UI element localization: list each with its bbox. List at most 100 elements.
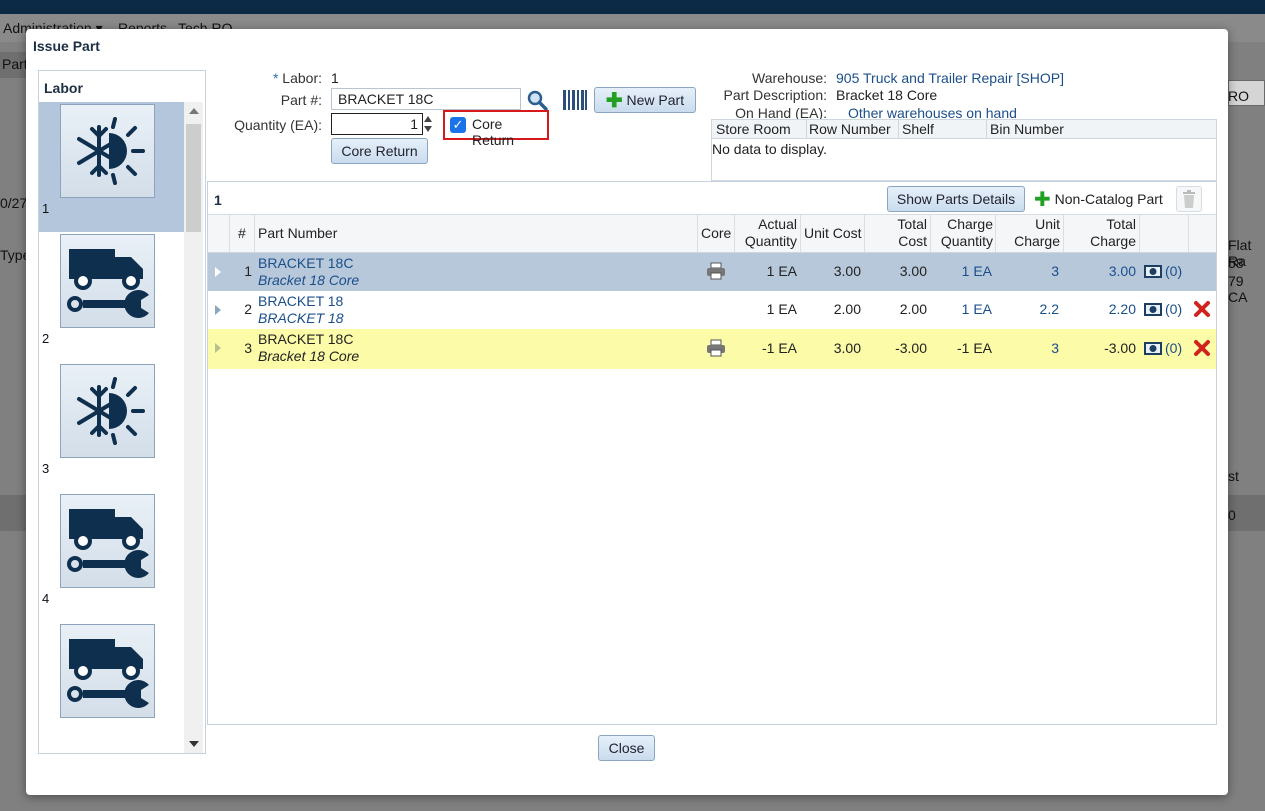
part-number-link[interactable]: BRACKET 18C	[258, 255, 353, 272]
delete-trash-button[interactable]	[1176, 186, 1202, 212]
photo-count[interactable]: (0)	[1165, 301, 1182, 318]
total-cost: -3.00	[895, 340, 927, 356]
labor-header: Labor	[44, 80, 83, 96]
table-row[interactable]: 1 BRACKET 18C Bracket 18 Core 1 EA 3.00 …	[208, 253, 1216, 291]
quantity-label: Quantity (EA):	[234, 117, 322, 133]
labor-value: 1	[331, 70, 339, 86]
labor-scrollbar[interactable]	[184, 102, 203, 753]
expand-row-icon[interactable]	[215, 267, 221, 277]
part-description: Bracket 18 Core	[258, 272, 360, 288]
col-total-cost[interactable]: Total Cost	[864, 216, 927, 250]
bg-value-fragment: 0	[1228, 507, 1236, 523]
actual-quantity: 1 EA	[766, 301, 797, 317]
plus-icon: ✚	[605, 90, 623, 112]
labor-label: * Labor:	[272, 70, 322, 86]
non-catalog-part-button[interactable]: ✚ Non-Catalog Part	[1034, 187, 1163, 211]
unit-cost: 3.00	[833, 263, 861, 279]
heat-cold-icon	[60, 104, 155, 198]
col-row-number[interactable]: Row Number	[809, 121, 891, 137]
parts-grid-toolbar: 1 Show Parts Details ✚ Non-Catalog Part	[208, 182, 1216, 215]
part-number: BRACKET 18C	[258, 331, 354, 347]
part-number-link[interactable]: BRACKET 18	[258, 293, 343, 310]
bg-number-fragment-2: 79 CA	[1228, 273, 1248, 305]
col-actual-quantity[interactable]: Actual Quantity	[734, 216, 797, 250]
labor-item-2[interactable]: 2	[39, 232, 184, 362]
close-button[interactable]: Close	[598, 735, 655, 761]
checkbox-checked-icon[interactable]: ✓	[450, 117, 466, 133]
actual-quantity: -1 EA	[761, 340, 797, 356]
trash-icon	[1183, 190, 1195, 208]
scroll-down-arrow-icon[interactable]	[189, 741, 199, 747]
part-description: BRACKET 18	[258, 310, 344, 326]
charge-quantity[interactable]: 1 EA	[930, 263, 992, 280]
col-unit-charge[interactable]: Unit Charge	[995, 216, 1060, 250]
camera-icon[interactable]	[1143, 300, 1163, 321]
delete-x-icon[interactable]	[1192, 338, 1212, 361]
show-parts-details-button[interactable]: Show Parts Details	[887, 186, 1025, 212]
truck-wrench-icon	[60, 494, 155, 588]
barcode-icon[interactable]	[562, 89, 588, 114]
warehouse-value[interactable]: 905 Truck and Trailer Repair [SHOP]	[836, 70, 1064, 86]
total-cost: 3.00	[899, 263, 927, 279]
part-description-value: Bracket 18 Core	[836, 87, 938, 103]
col-total-charge[interactable]: Total Charge	[1063, 216, 1136, 250]
labor-item-4[interactable]: 4	[39, 492, 184, 622]
total-cost: 2.00	[899, 301, 927, 317]
col-core[interactable]: Core	[701, 225, 731, 242]
col-store-room[interactable]: Store Room	[716, 121, 791, 137]
col-shelf[interactable]: Shelf	[902, 121, 934, 137]
labor-item-number: 3	[42, 461, 50, 476]
expand-row-icon[interactable]	[215, 305, 221, 315]
printer-icon[interactable]	[706, 339, 726, 360]
part-number-input[interactable]: BRACKET 18C	[331, 88, 521, 110]
bg-number-fragment: 58	[1228, 255, 1244, 271]
core-return-checkbox[interactable]: ✓ Core Return	[443, 110, 549, 148]
bg-col-fragment: st	[1228, 468, 1239, 484]
labor-item-3[interactable]: 3	[39, 362, 184, 492]
part-description-label: Part Description:	[723, 87, 827, 103]
part-description: Bracket 18 Core	[258, 348, 360, 364]
row-number: 3	[244, 340, 252, 356]
store-table-empty-message: No data to display.	[712, 141, 827, 157]
core-return-checkbox-label: Core Return	[472, 116, 515, 148]
unit-charge[interactable]: 2.2	[995, 301, 1059, 318]
scroll-thumb[interactable]	[186, 124, 201, 232]
photo-count[interactable]: (0)	[1165, 263, 1182, 280]
col-bin-number[interactable]: Bin Number	[990, 121, 1064, 137]
delete-x-icon[interactable]	[1192, 299, 1212, 322]
scroll-up-arrow-icon[interactable]	[189, 108, 199, 114]
unit-cost: 3.00	[833, 340, 861, 356]
dialog-title: Issue Part	[33, 38, 100, 54]
quantity-input[interactable]: 1	[331, 113, 423, 135]
col-charge-quantity[interactable]: Charge Quantity	[930, 216, 993, 250]
non-catalog-part-label: Non-Catalog Part	[1054, 191, 1163, 207]
warehouse-label: Warehouse:	[752, 70, 827, 86]
col-part-number[interactable]: Part Number	[258, 225, 337, 242]
labor-item-number: 2	[42, 331, 50, 346]
labor-item-1[interactable]: 1	[39, 102, 184, 232]
labor-list: Labor 1 2 3 4	[38, 70, 206, 754]
expand-row-icon[interactable]	[215, 343, 221, 353]
unit-charge[interactable]: 3	[995, 263, 1059, 280]
unit-cost: 2.00	[833, 301, 861, 317]
table-row[interactable]: 2 BRACKET 18 BRACKET 18 1 EA 2.00 2.00 1…	[208, 291, 1216, 329]
printer-icon[interactable]	[706, 262, 726, 283]
truck-wrench-icon	[60, 624, 155, 718]
parts-grid: 1 Show Parts Details ✚ Non-Catalog Part …	[207, 181, 1217, 725]
core-return-button[interactable]: Core Return	[331, 138, 428, 164]
photo-count[interactable]: (0)	[1165, 340, 1182, 357]
table-row[interactable]: 3 BRACKET 18C Bracket 18 Core -1 EA 3.00…	[208, 329, 1216, 369]
camera-icon[interactable]	[1143, 262, 1163, 283]
col-number[interactable]: #	[238, 225, 246, 242]
labor-item-number: 1	[42, 201, 50, 216]
unit-charge[interactable]: 3	[995, 340, 1059, 357]
labor-item-number: 4	[42, 591, 50, 606]
col-unit-cost[interactable]: Unit Cost	[804, 225, 862, 242]
charge-quantity: -1 EA	[956, 340, 992, 356]
quantity-spinner-icon[interactable]	[423, 113, 433, 135]
charge-quantity[interactable]: 1 EA	[930, 301, 992, 318]
labor-item-5[interactable]	[39, 622, 184, 752]
camera-icon[interactable]	[1143, 339, 1163, 360]
issue-part-dialog: Issue Part Labor 1 2 3 4 * Labor: 1 Part…	[26, 29, 1228, 795]
store-room-table: Store Room Row Number Shelf Bin Number N…	[711, 119, 1217, 181]
